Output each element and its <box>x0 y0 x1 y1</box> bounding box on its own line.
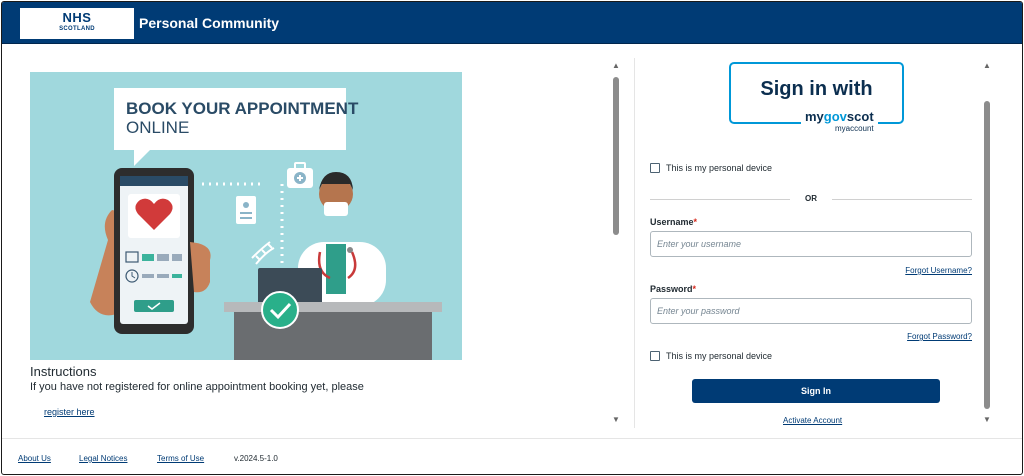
mygov-logo: mygovscot myaccount <box>801 110 878 138</box>
app-title: Personal Community <box>139 15 280 31</box>
arrow-down-icon[interactable]: ▼ <box>982 415 992 425</box>
forgot-password-link[interactable]: Forgot Password? <box>907 332 972 341</box>
or-line-left <box>650 199 790 200</box>
personal-device-row-top[interactable]: This is my personal device <box>650 163 772 173</box>
forgot-username-link[interactable]: Forgot Username? <box>905 266 972 275</box>
personal-device-label-bottom: This is my personal device <box>666 351 773 361</box>
promo-headline-2: ONLINE <box>126 118 189 137</box>
arrow-up-icon[interactable]: ▲ <box>982 61 992 71</box>
mygov-signin-label: Sign in with <box>760 78 873 100</box>
username-input[interactable] <box>650 231 972 257</box>
right-scrollbar[interactable]: ▲ ▼ <box>982 61 992 425</box>
mygov-account-text: myaccount <box>834 124 874 133</box>
nhs-scotland-logo[interactable]: NHS SCOTLAND <box>20 8 134 39</box>
desk <box>224 302 442 312</box>
medical-kit-icon <box>287 162 313 188</box>
app-window: NHS SCOTLAND Personal Community BOOK YOU… <box>1 1 1023 475</box>
logo-scotland-text: SCOTLAND <box>59 26 95 32</box>
personal-device-row-bottom[interactable]: This is my personal device <box>650 351 772 361</box>
instructions-title: Instructions <box>30 364 97 379</box>
check-circle-icon <box>261 291 299 329</box>
register-link[interactable]: register here <box>44 407 95 417</box>
header-bar: NHS SCOTLAND Personal Community <box>2 2 1022 44</box>
activate-account-link[interactable]: Activate Account <box>783 416 842 425</box>
about-us-link[interactable]: About Us <box>18 454 51 463</box>
mygov-brand-text: mygovscot <box>805 109 874 124</box>
document-icon <box>236 196 256 224</box>
or-line-right <box>832 199 972 200</box>
left-scroll-thumb[interactable] <box>613 77 619 235</box>
mygov-signin-button[interactable]: Sign in with mygovscot myaccount <box>729 62 904 138</box>
legal-notices-link[interactable]: Legal Notices <box>79 454 127 463</box>
password-label: Password* <box>650 284 697 294</box>
footer: About Us Legal Notices Terms of Use v.20… <box>2 438 1022 474</box>
left-pane: BOOK YOUR APPOINTMENT ONLINE Instruction… <box>2 45 634 427</box>
promo-illustration: BOOK YOUR APPOINTMENT ONLINE <box>90 88 442 360</box>
promo-headline-1: BOOK YOUR APPOINTMENT <box>126 99 359 118</box>
arrow-up-icon[interactable]: ▲ <box>611 61 621 71</box>
instructions-text: If you have not registered for online ap… <box>30 381 364 393</box>
logo-nhs-text: NHS <box>62 10 92 25</box>
left-scrollbar[interactable]: ▲ ▼ <box>611 61 621 425</box>
version-text: v.2024.5-1.0 <box>234 454 278 463</box>
username-label: Username* <box>650 217 698 227</box>
personal-device-checkbox-bottom[interactable] <box>650 351 660 361</box>
password-input[interactable] <box>650 298 972 324</box>
or-separator: OR <box>650 193 972 205</box>
right-scroll-thumb[interactable] <box>984 101 990 409</box>
right-pane: Sign in with mygovscot myaccount This is… <box>635 45 1022 427</box>
personal-device-label-top: This is my personal device <box>666 163 773 173</box>
sign-in-button[interactable]: Sign In <box>692 379 940 403</box>
promo-banner: BOOK YOUR APPOINTMENT ONLINE <box>30 72 462 360</box>
personal-device-checkbox-top[interactable] <box>650 163 660 173</box>
or-text: OR <box>805 194 817 203</box>
arrow-down-icon[interactable]: ▼ <box>611 415 621 425</box>
terms-of-use-link[interactable]: Terms of Use <box>157 454 204 463</box>
dna-icon <box>251 241 275 265</box>
